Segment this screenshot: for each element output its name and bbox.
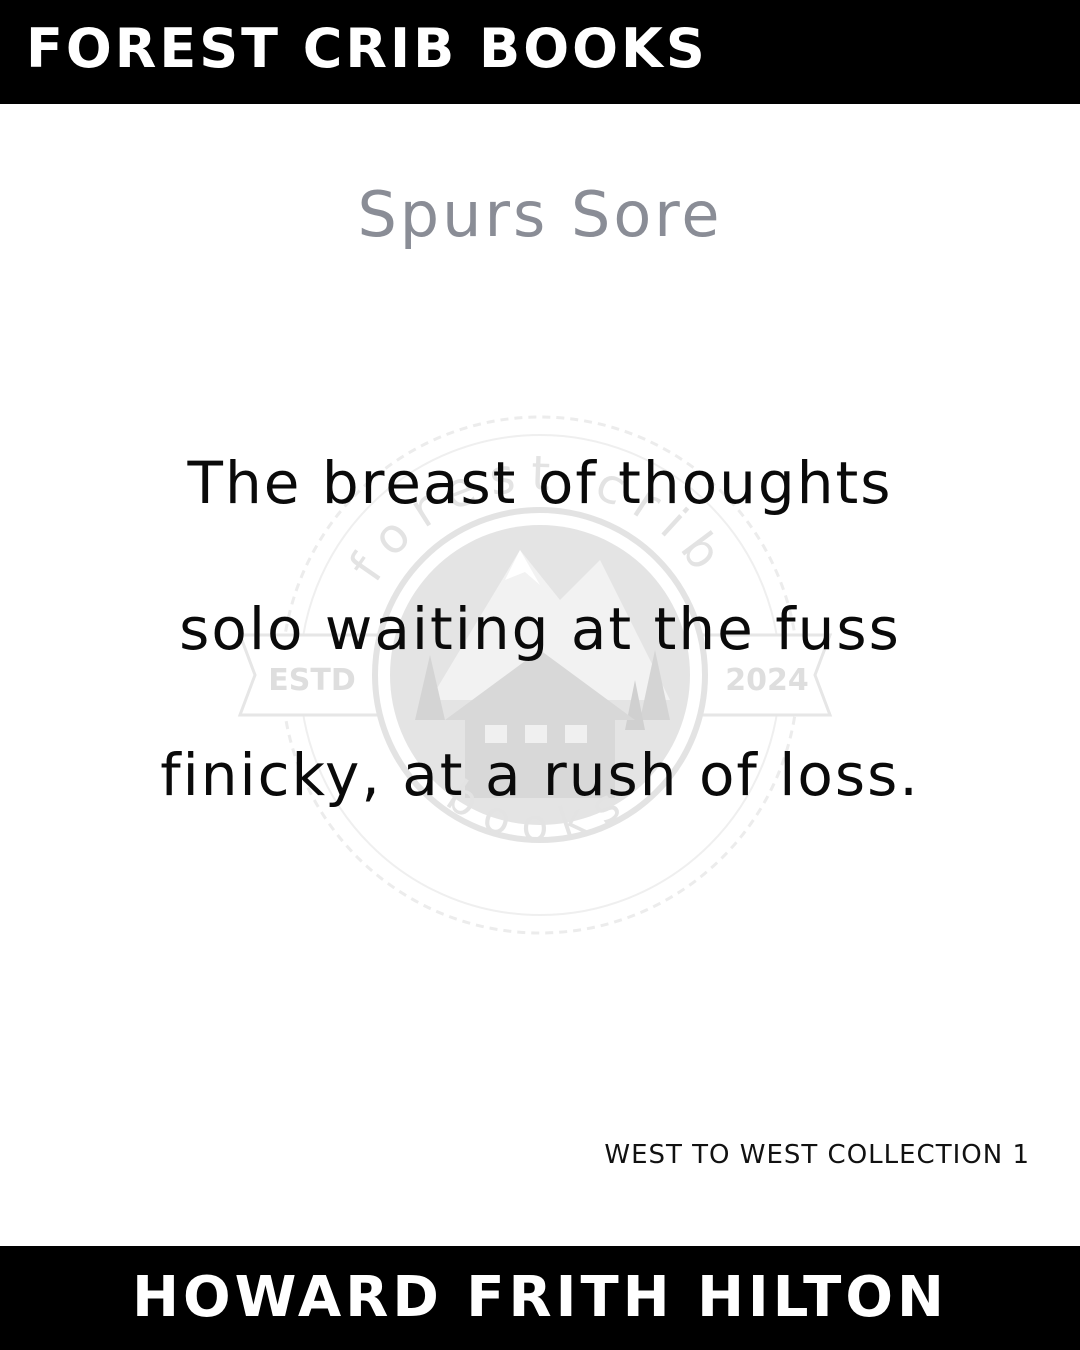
author-name: HOWARD FRITH HILTON — [132, 1265, 948, 1330]
publisher-name: FOREST CRIB BOOKS — [26, 17, 708, 80]
poem-line: finicky, at a rush of loss. — [160, 741, 920, 809]
header-bar: FOREST CRIB BOOKS — [0, 0, 1080, 104]
poem-body: The breast of thoughts solo waiting at t… — [0, 410, 1080, 848]
footer-bar: HOWARD FRITH HILTON — [0, 1246, 1080, 1350]
poem-line: solo waiting at the fuss — [179, 595, 901, 663]
poem-title: Spurs Sore — [357, 178, 723, 251]
poem-line: The breast of thoughts — [187, 449, 893, 517]
collection-label: WEST TO WEST COLLECTION 1 — [604, 1140, 1030, 1170]
